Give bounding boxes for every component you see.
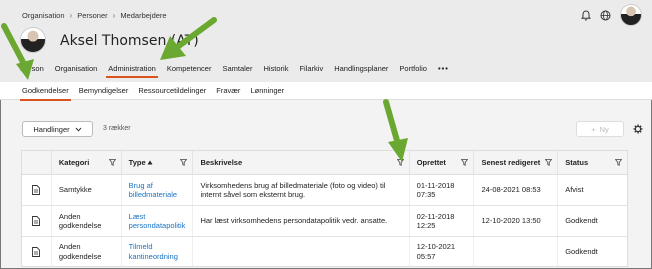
chevron-right-icon: › [112,11,116,20]
header-senest-redigeret[interactable]: Senest redigeret [474,150,559,175]
subtab-ressourcetildelinger[interactable]: Ressourcetildelinger [138,86,206,100]
cell-oprettet: 12-10-2021 05:57 [410,237,475,266]
filter-icon[interactable] [545,158,553,166]
document-icon[interactable] [22,237,52,266]
sort-asc-icon[interactable] [147,160,153,165]
globe-icon[interactable] [600,10,611,21]
subtab-fravaer[interactable]: Fravær [216,86,240,100]
actions-dropdown-button[interactable]: Handlinger [22,121,93,137]
chevron-down-icon [75,125,82,134]
bell-icon[interactable] [581,9,591,21]
top-icons [581,4,642,26]
table-row[interactable]: Anden godkendelse Læst persondatapolitik… [22,206,627,237]
header-beskrivelse-label: Beskrivelse [200,158,243,167]
row-count: 3 rækker [103,125,131,132]
subtab-lonninger[interactable]: Lønninger [250,86,284,100]
filter-icon[interactable] [180,158,188,166]
document-icon[interactable] [22,175,52,205]
tab-organisation[interactable]: Organisation [55,64,98,78]
approvals-table: Kategori Type Beskrivelse Oprettet Senes… [21,150,628,267]
more-tabs-button[interactable]: ••• [438,64,449,78]
tab-administration[interactable]: Administration [106,64,158,78]
annotation-arrow-icon [160,17,217,60]
cell-type-link[interactable]: Tilmeld kantineordning [122,237,194,266]
chevron-right-icon: › [69,11,73,20]
breadcrumb-item-personer[interactable]: Personer [77,11,107,20]
sub-tabs: Godkendelser Bemyndigelser Ressourcetild… [20,86,284,101]
header-kategori[interactable]: Kategori [52,150,122,175]
header-type-label: Type [128,158,146,167]
table-header: Kategori Type Beskrivelse Oprettet Senes… [22,150,627,175]
header-oprettet[interactable]: Oprettet [410,150,475,175]
cell-beskrivelse: Virksomhedens brug af billedmateriale (f… [193,175,410,205]
tab-filarkiv[interactable]: Filarkiv [299,64,323,78]
cell-status: Godkendt [565,216,598,226]
filter-icon[interactable] [461,158,469,166]
cell-type-link[interactable]: Brug af billedmateriale [122,175,194,205]
document-icon[interactable] [22,206,52,236]
cell-type-link[interactable]: Læst persondatapolitik [122,206,194,236]
header-kategori-label: Kategori [58,158,90,167]
cell-oprettet: 02-11-2018 12:25 [410,206,475,236]
tab-portfolio[interactable]: Portfolio [399,64,427,78]
cell-redigeret: 12-10-2020 13:50 [474,206,559,236]
cell-redigeret [474,237,559,266]
header-status[interactable]: Status [558,151,627,175]
table-row[interactable]: Samtykke Brug af billedmateriale Virksom… [22,175,627,206]
header-type[interactable]: Type [122,150,194,175]
header-icon-col [22,150,52,175]
actions-label: Handlinger [33,124,70,134]
main-tabs: Person Organisation Administration Kompe… [20,64,449,78]
new-label: Ny [599,124,609,134]
cell-oprettet: 01-11-2018 07:35 [410,175,475,205]
tab-handlingsplaner[interactable]: Handlingsplaner [334,64,388,78]
new-button[interactable]: + Ny [576,121,624,137]
header-senest-redigeret-label: Senest redigeret [481,158,541,167]
subtab-bemyndigelser[interactable]: Bemyndigelser [79,86,129,100]
subtab-godkendelser[interactable]: Godkendelser [20,86,71,101]
breadcrumb: Organisation › Personer › Medarbejdere [22,11,167,20]
annotation-arrow-icon [1,23,34,80]
header-oprettet-label: Oprettet [416,158,446,167]
user-avatar[interactable] [620,4,642,26]
header-beskrivelse[interactable]: Beskrivelse [193,150,410,175]
gear-icon[interactable] [633,124,643,136]
cell-beskrivelse [193,237,410,266]
table-row[interactable]: Anden godkendelse Tilmeld kantineordning… [22,237,627,266]
filter-icon[interactable] [108,158,116,166]
tab-samtaler[interactable]: Samtaler [222,64,252,78]
cell-kategori: Anden godkendelse [52,206,122,236]
breadcrumb-item-organisation[interactable]: Organisation [22,11,65,20]
cell-kategori: Anden godkendelse [52,237,122,266]
cell-kategori: Samtykke [52,175,122,205]
filter-icon[interactable] [615,158,622,166]
cell-redigeret: 24-08-2021 08:53 [474,175,559,205]
header-status-label: Status [565,158,589,167]
cell-beskrivelse: Har læst virksomhedens persondatapolitik… [193,206,410,236]
tab-historik[interactable]: Historik [263,64,288,78]
plus-icon: + [591,124,596,134]
annotation-arrow-icon [383,99,408,162]
tab-kompetencer[interactable]: Kompetencer [167,64,212,78]
cell-status: Godkendt [565,246,598,256]
cell-status: Afvist [565,185,584,195]
